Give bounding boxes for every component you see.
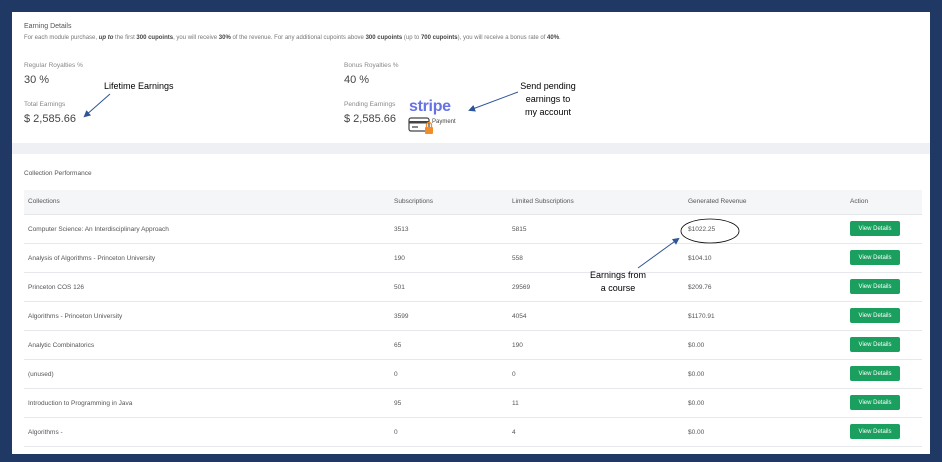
screenshot-frame: Earning Details For each module purchase…	[12, 12, 930, 454]
arrow-to-stripe	[468, 91, 519, 112]
revenue-highlight-ellipse	[680, 218, 740, 244]
arrow-to-total-earnings	[83, 93, 111, 118]
arrow-to-revenue	[637, 237, 680, 269]
annotation-overlay	[83, 91, 740, 269]
